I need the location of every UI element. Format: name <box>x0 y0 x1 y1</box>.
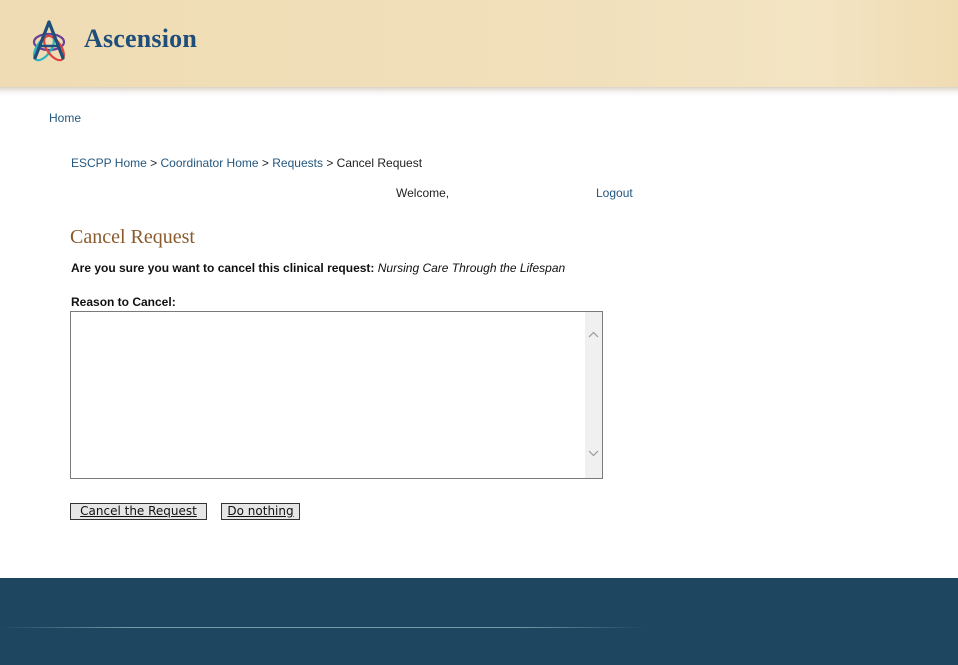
footer <box>0 578 958 665</box>
reason-textarea[interactable] <box>71 312 585 478</box>
course-name: Nursing Care Through the Lifespan <box>377 261 566 275</box>
reason-label: Reason to Cancel: <box>71 295 176 309</box>
welcome-text: Welcome, <box>396 186 450 200</box>
breadcrumb-separator: > <box>150 156 158 170</box>
textarea-scrollbar[interactable] <box>585 312 602 478</box>
home-link[interactable]: Home <box>49 111 81 125</box>
breadcrumb-requests[interactable]: Requests <box>272 156 323 170</box>
breadcrumb: ESCPP Home > Coordinator Home > Requests… <box>71 156 422 170</box>
breadcrumb-separator: > <box>261 156 269 170</box>
cancel-request-button[interactable]: Cancel the Request <box>70 503 207 520</box>
logout-link[interactable]: Logout <box>596 186 633 200</box>
breadcrumb-escpp-home[interactable]: ESCPP Home <box>71 156 147 170</box>
page-title: Cancel Request <box>70 226 195 248</box>
breadcrumb-separator: > <box>326 156 334 170</box>
scroll-up-arrow-icon[interactable] <box>585 326 602 343</box>
scroll-down-arrow-icon[interactable] <box>585 445 602 462</box>
breadcrumb-coordinator-home[interactable]: Coordinator Home <box>161 156 259 170</box>
ascension-logo-icon <box>32 20 66 62</box>
reason-textarea-frame <box>70 311 603 479</box>
confirm-message: Are you sure you want to cancel this cli… <box>71 261 565 275</box>
page: Ascension Home ESCPP Home > Coordinator … <box>0 0 958 665</box>
brand-name: Ascension <box>84 24 198 53</box>
confirm-question: Are you sure you want to cancel this cli… <box>71 261 375 275</box>
footer-divider <box>0 627 645 628</box>
header: Ascension <box>0 0 958 87</box>
do-nothing-button[interactable]: Do nothing <box>221 503 300 520</box>
breadcrumb-current: Cancel Request <box>336 156 423 170</box>
header-shadow <box>0 87 958 97</box>
